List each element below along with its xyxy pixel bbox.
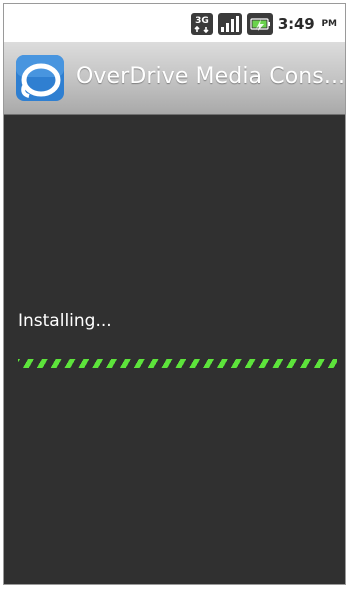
svg-text:3G: 3G — [195, 16, 209, 26]
status-icons: 3G 3:49 PM — [190, 13, 337, 35]
device-screen: 3G 3:49 PM OverDrive Media Cons... Insta… — [3, 3, 346, 585]
app-title: OverDrive Media Cons... — [76, 64, 346, 89]
network-3g-icon: 3G — [190, 13, 213, 35]
progress-indeterminate-stripes — [18, 359, 337, 368]
battery-icon — [246, 13, 273, 35]
clock-time: 3:49 — [277, 15, 315, 33]
app-title-bar: OverDrive Media Cons... — [4, 42, 345, 115]
installing-label: Installing... — [18, 311, 112, 331]
install-content: Installing... — [4, 115, 345, 584]
signal-strength-icon — [217, 13, 242, 35]
overdrive-app-icon — [16, 55, 64, 101]
install-progress-bar — [18, 359, 337, 368]
status-bar: 3G 3:49 PM — [4, 4, 345, 42]
clock-ampm: PM — [321, 19, 337, 29]
